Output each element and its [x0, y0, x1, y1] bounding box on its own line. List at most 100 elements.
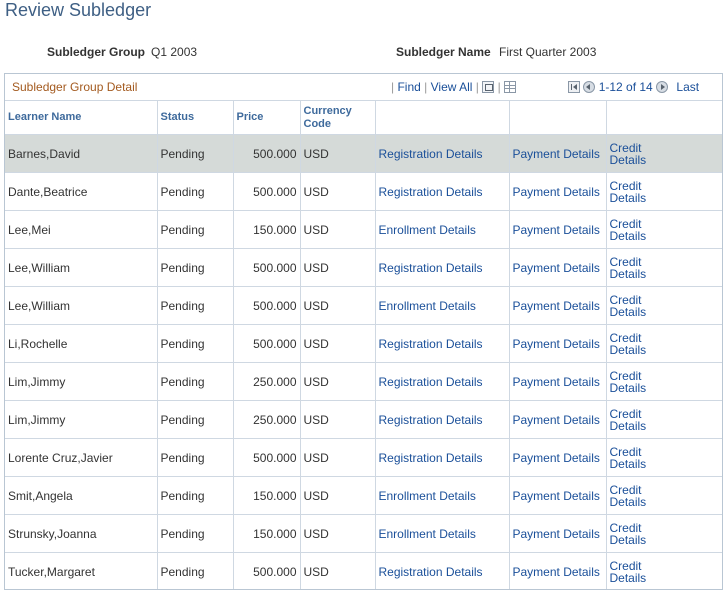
payment-details-link[interactable]: Payment Details — [513, 223, 600, 237]
status-cell: Pending — [157, 248, 234, 287]
payment-details-link[interactable]: Payment Details — [513, 261, 600, 275]
payment-details-link[interactable]: Payment Details — [513, 413, 600, 427]
currency-cell: USD — [300, 552, 376, 589]
credit-details-link[interactable]: Credit Details — [610, 560, 658, 584]
price-cell: 150.000 — [233, 514, 301, 553]
next-page-icon[interactable] — [656, 81, 669, 93]
price-cell: 150.000 — [233, 210, 301, 249]
payment-details-link[interactable]: Payment Details — [513, 489, 600, 503]
table-row[interactable]: Strunsky,Joanna Pending 150.000 USD Enro… — [5, 514, 722, 553]
table-row[interactable]: Barnes,David Pending 500.000 USD Registr… — [5, 134, 722, 173]
table-row[interactable]: Li,Rochelle Pending 500.000 USD Registra… — [5, 324, 722, 363]
table-row[interactable]: Lorente Cruz,Javier Pending 500.000 USD … — [5, 438, 722, 477]
subledger-name-value: First Quarter 2003 — [499, 45, 597, 59]
table-row[interactable]: Lim,Jimmy Pending 250.000 USD Registrati… — [5, 400, 722, 439]
credit-details-link[interactable]: Credit Details — [610, 408, 658, 432]
payment-details-link[interactable]: Payment Details — [513, 147, 600, 161]
currency-cell: USD — [300, 286, 376, 325]
status-cell: Pending — [157, 476, 234, 515]
price-cell: 500.000 — [233, 438, 301, 477]
credit-cell: Credit Details — [606, 438, 722, 477]
column-header-learner[interactable]: Learner Name — [5, 101, 158, 135]
table-row[interactable]: Lee,William Pending 500.000 USD Enrollme… — [5, 286, 722, 325]
credit-details-link[interactable]: Credit Details — [610, 218, 658, 242]
details-link[interactable]: Registration Details — [379, 261, 483, 275]
credit-cell: Credit Details — [606, 210, 722, 249]
price-cell: 500.000 — [233, 172, 301, 211]
details-link[interactable]: Registration Details — [379, 185, 483, 199]
payment-cell: Payment Details — [509, 286, 607, 325]
payment-cell: Payment Details — [509, 400, 607, 439]
credit-details-link[interactable]: Credit Details — [610, 446, 658, 470]
zoom-icon[interactable] — [482, 81, 495, 93]
details-link[interactable]: Registration Details — [379, 451, 483, 465]
column-header-credit — [606, 101, 722, 135]
details-link[interactable]: Registration Details — [379, 337, 483, 351]
status-cell: Pending — [157, 438, 234, 477]
find-link[interactable]: Find — [397, 80, 420, 94]
currency-cell: USD — [300, 438, 376, 477]
price-cell: 500.000 — [233, 248, 301, 287]
credit-details-link[interactable]: Credit Details — [610, 522, 658, 546]
column-header-details — [375, 101, 510, 135]
payment-details-link[interactable]: Payment Details — [513, 565, 600, 579]
table-body: Barnes,David Pending 500.000 USD Registr… — [5, 134, 722, 589]
payment-cell: Payment Details — [509, 514, 607, 553]
learner-name-cell: Tucker,Margaret — [5, 552, 158, 589]
credit-details-link[interactable]: Credit Details — [610, 294, 658, 318]
column-header-status[interactable]: Status — [157, 101, 234, 135]
first-page-icon[interactable] — [568, 81, 580, 93]
download-grid-icon[interactable] — [504, 81, 517, 93]
table-row[interactable]: Smit,Angela Pending 150.000 USD Enrollme… — [5, 476, 722, 515]
price-cell: 250.000 — [233, 400, 301, 439]
grid-pagination: 1-12 of 14 Last — [568, 80, 699, 94]
credit-details-link[interactable]: Credit Details — [610, 370, 658, 394]
table-row[interactable]: Dante,Beatrice Pending 500.000 USD Regis… — [5, 172, 722, 211]
credit-details-link[interactable]: Credit Details — [610, 484, 658, 508]
currency-cell: USD — [300, 324, 376, 363]
table-row[interactable]: Lee,William Pending 500.000 USD Registra… — [5, 248, 722, 287]
payment-details-link[interactable]: Payment Details — [513, 337, 600, 351]
column-header-price[interactable]: Price — [233, 101, 301, 135]
credit-cell: Credit Details — [606, 248, 722, 287]
learner-name-cell: Strunsky,Joanna — [5, 514, 158, 553]
payment-details-link[interactable]: Payment Details — [513, 527, 600, 541]
grid-navigation: | Find | View All | | — [391, 80, 517, 94]
table-row[interactable]: Lim,Jimmy Pending 250.000 USD Registrati… — [5, 362, 722, 401]
details-link[interactable]: Registration Details — [379, 413, 483, 427]
price-cell: 500.000 — [233, 286, 301, 325]
details-link[interactable]: Enrollment Details — [379, 527, 476, 541]
details-link[interactable]: Registration Details — [379, 565, 483, 579]
table-row[interactable]: Lee,Mei Pending 150.000 USD Enrollment D… — [5, 210, 722, 249]
credit-cell: Credit Details — [606, 286, 722, 325]
status-cell: Pending — [157, 514, 234, 553]
credit-details-link[interactable]: Credit Details — [610, 332, 658, 356]
status-cell: Pending — [157, 552, 234, 589]
details-link[interactable]: Enrollment Details — [379, 223, 476, 237]
details-cell: Registration Details — [375, 324, 510, 363]
row-range-label: 1-12 of 14 — [598, 80, 653, 94]
currency-cell: USD — [300, 210, 376, 249]
payment-details-link[interactable]: Payment Details — [513, 375, 600, 389]
column-header-currency[interactable]: Currency Code — [300, 101, 376, 135]
previous-page-icon[interactable] — [583, 81, 596, 93]
payment-details-link[interactable]: Payment Details — [513, 185, 600, 199]
details-link[interactable]: Enrollment Details — [379, 489, 476, 503]
subledger-group-label: Subledger Group — [47, 45, 146, 59]
currency-cell: USD — [300, 400, 376, 439]
credit-details-link[interactable]: Credit Details — [610, 180, 658, 204]
subledger-table: Learner Name Status Price Currency Code … — [5, 101, 722, 589]
credit-cell: Credit Details — [606, 362, 722, 401]
view-all-link[interactable]: View All — [431, 80, 473, 94]
currency-cell: USD — [300, 514, 376, 553]
subledger-name-label: Subledger Name — [396, 45, 491, 59]
credit-details-link[interactable]: Credit Details — [610, 142, 658, 166]
payment-details-link[interactable]: Payment Details — [513, 451, 600, 465]
credit-details-link[interactable]: Credit Details — [610, 256, 658, 280]
table-row[interactable]: Tucker,Margaret Pending 500.000 USD Regi… — [5, 552, 722, 589]
details-link[interactable]: Enrollment Details — [379, 299, 476, 313]
payment-details-link[interactable]: Payment Details — [513, 299, 600, 313]
details-link[interactable]: Registration Details — [379, 375, 483, 389]
last-page-link[interactable]: Last — [676, 80, 699, 94]
details-link[interactable]: Registration Details — [379, 147, 483, 161]
